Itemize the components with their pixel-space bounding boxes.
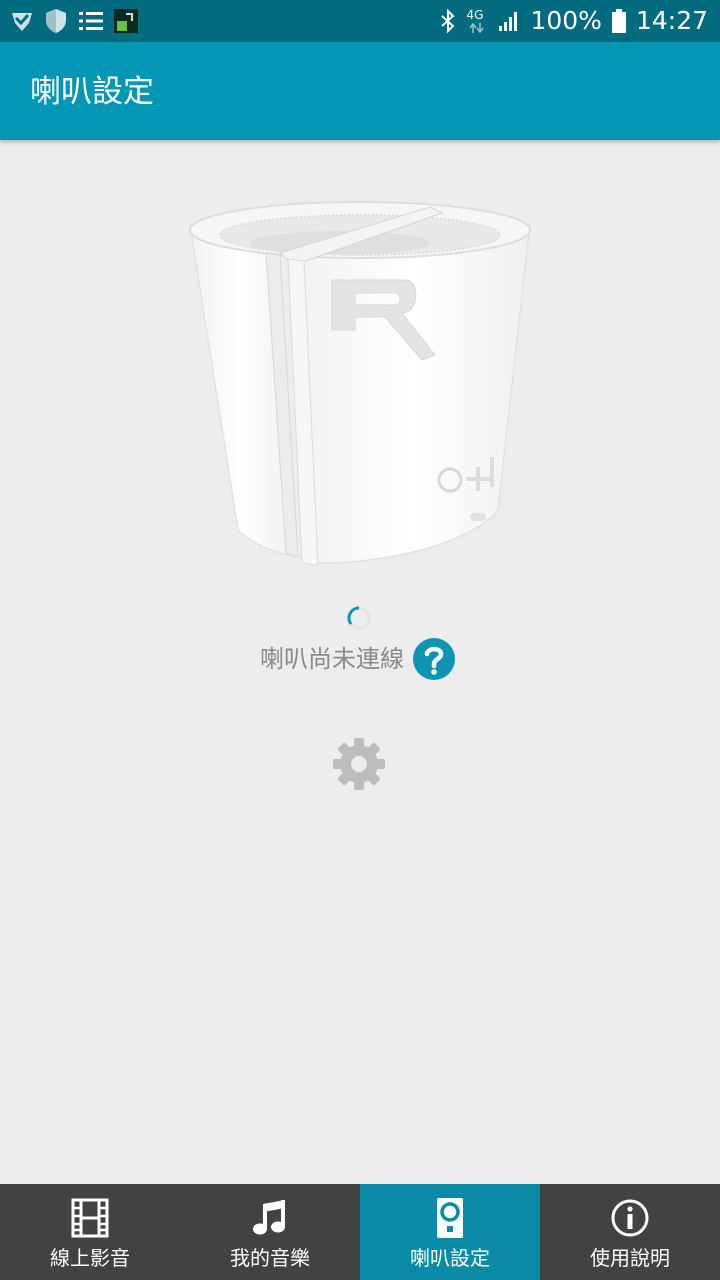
- nav-item-my-music[interactable]: 我的音樂: [180, 1184, 360, 1280]
- battery-percent: 100%: [530, 6, 602, 35]
- list-icon: [79, 12, 103, 30]
- app-notification-icon: [114, 9, 138, 33]
- clock: 14:27: [635, 6, 708, 35]
- connection-status-row: 喇叭尚未連線: [0, 638, 720, 682]
- network-type: 4G: [466, 8, 488, 34]
- nav-item-online-video[interactable]: 線上影音: [0, 1184, 180, 1280]
- gear-icon[interactable]: [331, 736, 387, 792]
- bluetooth-icon: [441, 9, 455, 33]
- vpn-shield-check-icon: [12, 13, 32, 31]
- speaker-icon: [437, 1198, 463, 1238]
- nav-label: 我的音樂: [230, 1246, 310, 1270]
- nav-label: 線上影音: [50, 1246, 130, 1270]
- question-mark-glyph: [424, 646, 444, 675]
- film-icon: [71, 1198, 109, 1238]
- speaker-illustration: [189, 201, 531, 566]
- nav-label: 喇叭設定: [410, 1246, 490, 1270]
- help-question-icon[interactable]: [413, 638, 455, 680]
- battery-icon: [611, 9, 626, 33]
- shield-icon: [46, 9, 66, 33]
- app-bar: 喇叭設定: [0, 42, 720, 140]
- data-arrows-icon: [469, 23, 485, 33]
- nav-label: 使用說明: [590, 1246, 670, 1270]
- page-title: 喇叭設定: [30, 74, 154, 110]
- status-bar: 4G 100% 14:27: [0, 0, 720, 42]
- music-note-icon: [253, 1200, 285, 1235]
- nav-item-speaker-settings[interactable]: 喇叭設定: [360, 1184, 540, 1280]
- signal-strength-icon: [499, 12, 518, 31]
- nav-item-instructions[interactable]: 使用說明: [540, 1184, 720, 1280]
- connection-status-label: 喇叭尚未連線: [260, 645, 404, 673]
- bottom-navigation: 線上影音 我的音樂 喇叭設定 使用說明: [0, 1184, 720, 1280]
- info-icon: [611, 1199, 649, 1237]
- loading-spinner-icon: [347, 606, 371, 630]
- notification-icons: [10, 8, 138, 34]
- speaker-settings-panel: 喇叭尚未連線: [0, 140, 720, 1184]
- system-status: 4G 100% 14:27: [440, 6, 708, 36]
